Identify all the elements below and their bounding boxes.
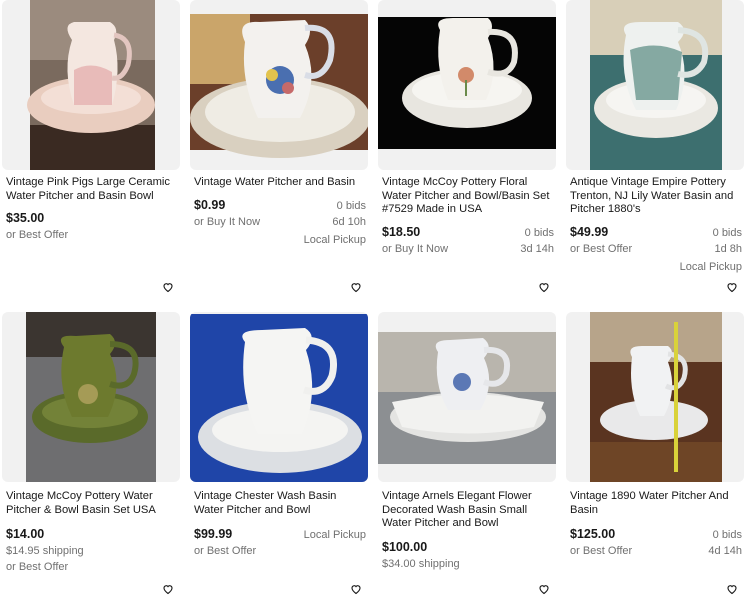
time-left: 3d 14h: [520, 243, 554, 255]
listing-card[interactable]: Vintage 1890 Water Pitcher And Basin $12…: [566, 312, 744, 599]
listing-image[interactable]: [2, 312, 180, 482]
local-pickup: Local Pickup: [303, 529, 366, 541]
listing-card[interactable]: Vintage McCoy Pottery Water Pitcher & Bo…: [2, 312, 180, 599]
heart-outline-icon: [163, 283, 173, 293]
listing-title[interactable]: Vintage Chester Wash Basin Water Pitcher…: [194, 490, 366, 517]
heart-outline-icon: [163, 585, 173, 595]
purchase-option: or Best Offer: [194, 545, 257, 557]
favorite-button[interactable]: [534, 277, 554, 297]
listing-title[interactable]: Vintage McCoy Pottery Floral Water Pitch…: [382, 176, 554, 217]
listing-title[interactable]: Vintage 1890 Water Pitcher And Basin: [570, 490, 742, 517]
favorite-button[interactable]: [346, 277, 366, 297]
listing-image[interactable]: [378, 312, 556, 482]
purchase-option: or Buy It Now: [194, 216, 261, 228]
listing-price: $18.50: [382, 225, 421, 239]
listing-image[interactable]: [190, 312, 368, 482]
time-left: 6d 10h: [332, 216, 366, 228]
listing-image[interactable]: [190, 0, 368, 170]
purchase-option: or Buy It Now: [382, 243, 449, 255]
listing-card[interactable]: Vintage Chester Wash Basin Water Pitcher…: [190, 312, 368, 599]
bid-count: 0 bids: [712, 227, 742, 239]
heart-outline-icon: [539, 283, 549, 293]
favorite-button[interactable]: [158, 277, 178, 297]
bid-count: 0 bids: [336, 200, 366, 212]
favorite-button[interactable]: [722, 579, 742, 599]
purchase-option: or Best Offer: [570, 243, 633, 255]
listing-image[interactable]: [378, 0, 556, 170]
listing-price: $0.99: [194, 198, 226, 212]
heart-outline-icon: [727, 585, 737, 595]
listing-title[interactable]: Vintage Arnels Elegant Flower Decorated …: [382, 490, 554, 531]
favorite-button[interactable]: [346, 579, 366, 599]
listing-price: $125.00: [570, 527, 616, 541]
listing-card[interactable]: Vintage Arnels Elegant Flower Decorated …: [378, 312, 556, 599]
time-left: 4d 14h: [708, 545, 742, 557]
favorite-button[interactable]: [722, 277, 742, 297]
listing-title[interactable]: Antique Vintage Empire Pottery Trenton, …: [570, 176, 742, 217]
purchase-option: or Best Offer: [570, 545, 633, 557]
purchase-option: or Best Offer: [6, 229, 69, 241]
listing-card[interactable]: Vintage Pink Pigs Large Ceramic Water Pi…: [2, 0, 180, 297]
heart-outline-icon: [727, 283, 737, 293]
bid-count: 0 bids: [712, 529, 742, 541]
listing-card[interactable]: Antique Vintage Empire Pottery Trenton, …: [566, 0, 744, 297]
listing-title[interactable]: Vintage Water Pitcher and Basin: [194, 176, 366, 190]
favorite-button[interactable]: [534, 579, 554, 599]
listing-title[interactable]: Vintage McCoy Pottery Water Pitcher & Bo…: [6, 490, 178, 517]
listing-price: $35.00: [6, 211, 45, 225]
listing-price: $99.99: [194, 527, 233, 541]
heart-outline-icon: [539, 585, 549, 595]
listing-card[interactable]: Vintage McCoy Pottery Floral Water Pitch…: [378, 0, 556, 297]
listing-price: $14.00: [6, 527, 45, 541]
shipping-cost: $14.95 shipping: [6, 545, 84, 557]
shipping-cost: $34.00 shipping: [382, 558, 460, 570]
listing-image[interactable]: [2, 0, 180, 170]
time-left: 1d 8h: [714, 243, 742, 255]
local-pickup: Local Pickup: [679, 261, 742, 273]
listing-title[interactable]: Vintage Pink Pigs Large Ceramic Water Pi…: [6, 176, 178, 203]
heart-outline-icon: [351, 585, 361, 595]
listing-price: $49.99: [570, 225, 609, 239]
favorite-button[interactable]: [158, 579, 178, 599]
listing-price: $100.00: [382, 540, 428, 554]
local-pickup: Local Pickup: [303, 234, 366, 246]
purchase-option: or Best Offer: [6, 561, 69, 573]
listing-image[interactable]: [566, 312, 744, 482]
listing-image[interactable]: [566, 0, 744, 170]
heart-outline-icon: [351, 283, 361, 293]
listing-card[interactable]: Vintage Water Pitcher and Basin $0.99 0 …: [190, 0, 368, 297]
bid-count: 0 bids: [524, 227, 554, 239]
